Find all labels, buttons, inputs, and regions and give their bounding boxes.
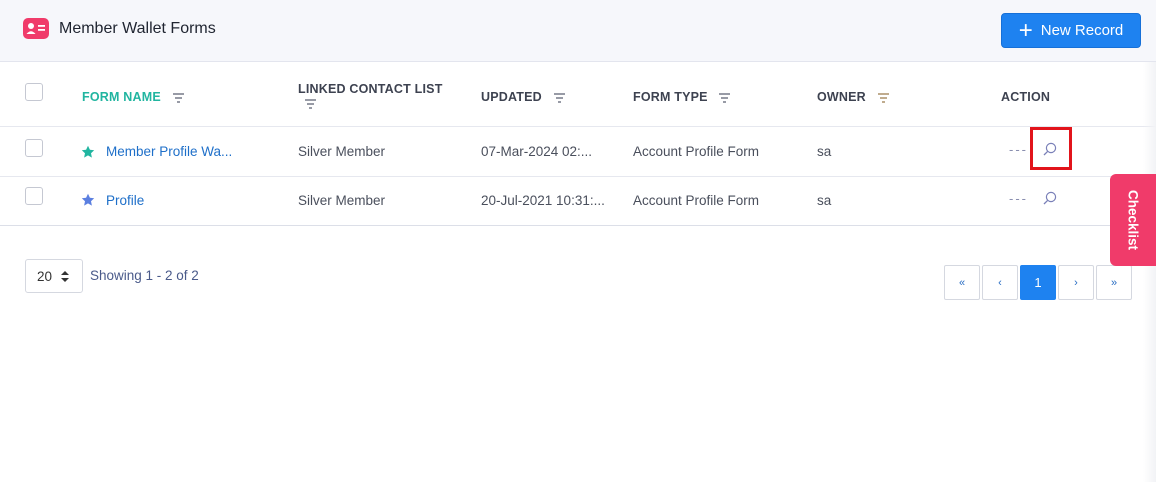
form-name-link[interactable]: Profile [106, 193, 144, 208]
filter-icon[interactable] [305, 99, 316, 109]
column-header-action: ACTION [1001, 90, 1051, 104]
updated-cell: 20-Jul-2021 10:31:... [481, 193, 605, 208]
column-header-form-type[interactable]: FORM TYPE [633, 90, 731, 104]
column-header-owner[interactable]: OWNER [817, 90, 889, 104]
star-icon[interactable] [81, 145, 95, 159]
star-icon[interactable] [81, 193, 95, 207]
next-page-button[interactable]: › [1058, 265, 1094, 300]
first-page-button[interactable]: « [944, 265, 980, 300]
filter-icon[interactable] [553, 93, 565, 103]
more-actions-icon[interactable]: --- [1009, 142, 1028, 157]
form-type-cell: Account Profile Form [633, 193, 760, 208]
page-header: Member Wallet Forms + New Record [0, 0, 1156, 62]
filter-icon[interactable] [719, 93, 731, 103]
column-label: LINKED CONTACT LIST [298, 82, 443, 96]
sort-arrows-icon [61, 270, 70, 282]
checklist-tab[interactable]: Checklist [1110, 174, 1156, 266]
table-row[interactable]: Profile Silver Member 20-Jul-2021 10:31:… [0, 177, 1156, 226]
page-title: Member Wallet Forms [59, 20, 216, 37]
linked-contact-list-cell: Silver Member [298, 193, 386, 208]
form-type-cell: Account Profile Form [633, 144, 760, 159]
new-record-label: New Record [1040, 22, 1124, 39]
checklist-label: Checklist [1125, 189, 1141, 251]
row-checkbox[interactable] [25, 187, 43, 205]
linked-contact-list-cell: Silver Member [298, 144, 386, 159]
more-actions-icon[interactable]: --- [1009, 191, 1028, 206]
column-header-updated[interactable]: UPDATED [481, 90, 565, 104]
new-record-button[interactable]: + New Record [1001, 13, 1141, 48]
owner-cell: sa [817, 144, 832, 159]
page-size-value: 20 [37, 268, 53, 284]
column-label: FORM TYPE [633, 90, 708, 104]
form-name-link[interactable]: Member Profile Wa... [106, 144, 232, 159]
column-header-linked-contact-list[interactable]: LINKED CONTACT LIST [298, 82, 443, 112]
search-icon[interactable] [1042, 190, 1058, 206]
filter-icon[interactable] [172, 93, 184, 103]
row-checkbox[interactable] [25, 139, 43, 157]
column-header-form-name[interactable]: FORM NAME [82, 90, 184, 104]
right-edge-shadow [1143, 62, 1156, 482]
prev-page-button[interactable]: ‹ [982, 265, 1018, 300]
page-1-button[interactable]: 1 [1020, 265, 1056, 300]
select-all-checkbox[interactable] [25, 83, 43, 101]
filter-icon[interactable] [877, 93, 889, 103]
contact-card-icon [23, 18, 49, 39]
owner-cell: sa [817, 193, 832, 208]
page-size-select[interactable]: 20 [25, 259, 83, 293]
column-label: FORM NAME [82, 90, 161, 104]
search-action-highlight [1030, 127, 1072, 170]
updated-cell: 07-Mar-2024 02:... [481, 144, 593, 159]
column-label: OWNER [817, 90, 866, 104]
plus-icon: + [1018, 16, 1033, 44]
showing-count: Showing 1 - 2 of 2 [90, 268, 199, 283]
table-row[interactable]: Member Profile Wa... Silver Member 07-Ma… [0, 127, 1156, 177]
column-label: UPDATED [481, 90, 542, 104]
table-header-row: FORM NAME LINKED CONTACT LIST UPDATED FO… [0, 62, 1156, 127]
last-page-button[interactable]: » [1096, 265, 1132, 300]
